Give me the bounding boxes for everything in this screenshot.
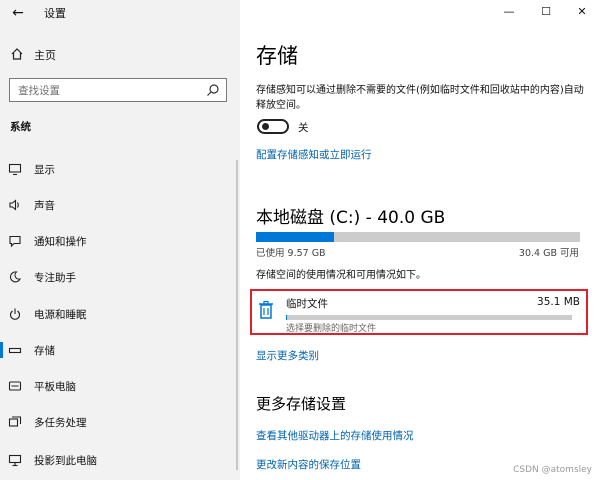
sidebar-item-label: 声音: [34, 200, 55, 212]
display-icon: [8, 163, 22, 176]
drive-usage-fill: [256, 232, 334, 242]
storage-sense-description: 存储感知可以通过删除不需要的文件(例如临时文件和回收站中的内容)自动释放空间。: [256, 85, 584, 111]
sidebar-item-label: 多任务处理: [34, 417, 87, 429]
sidebar-item-display[interactable]: 显示: [0, 154, 240, 184]
title-bar-left: ← 设置: [0, 0, 240, 26]
usage-description: 存储空间的使用情况和可用情况如下。: [256, 270, 426, 281]
category-subtitle: 选择要删除的临时文件: [286, 324, 377, 334]
toggle-state-label: 关: [298, 122, 309, 134]
multitask-icon: [8, 416, 22, 427]
sidebar-item-storage[interactable]: 存储: [0, 335, 240, 365]
sidebar-item-project-to-pc[interactable]: 投影到此电脑: [0, 445, 240, 475]
moon-icon: [9, 271, 21, 283]
sidebar-item-notifications[interactable]: 通知和操作: [0, 226, 240, 256]
change-save-location-link[interactable]: 更改新内容的保存位置: [256, 457, 361, 472]
speaker-icon: [9, 199, 19, 211]
search-icon[interactable]: [206, 83, 220, 97]
sidebar-scrollbar[interactable]: [236, 160, 238, 470]
search-placeholder: 查找设置: [18, 85, 60, 97]
storage-page: — ☐ ✕ 存储 存储感知可以通过删除不需要的文件(例如临时文件和回收站中的内容…: [240, 0, 600, 480]
tablet-icon: [8, 381, 22, 391]
app-title: 设置: [44, 7, 66, 20]
project-icon: [8, 454, 22, 467]
sidebar-item-sound[interactable]: 声音: [0, 190, 240, 220]
sidebar-item-label: 通知和操作: [34, 236, 87, 248]
home-nav-item[interactable]: 主页: [0, 44, 240, 66]
sidebar-item-label: 显示: [34, 164, 55, 176]
view-other-drives-link[interactable]: 查看其他驱动器上的存储使用情况: [256, 428, 414, 443]
sidebar-item-tablet[interactable]: 平板电脑: [0, 371, 240, 401]
storage-sense-toggle[interactable]: [257, 119, 289, 134]
configure-storage-sense-link[interactable]: 配置存储感知或立即运行: [256, 147, 372, 162]
back-button[interactable]: ←: [8, 3, 28, 23]
drive-used-label: 已使用 9.57 GB: [256, 248, 326, 259]
watermark-text: CSDN @atomsley: [513, 465, 592, 475]
sidebar-item-label: 平板电脑: [34, 381, 76, 393]
category-usage-fill: [286, 315, 288, 320]
drive-title: 本地磁盘 (C:) - 40.0 GB: [256, 208, 446, 228]
more-storage-settings-heading: 更多存储设置: [256, 395, 347, 413]
category-usage-bar: [286, 315, 572, 320]
settings-sidebar: ← 设置 主页 查找设置 系统 显示 声音 通知和操作 专注助手 电源和睡眠 存…: [0, 0, 240, 480]
minimize-button[interactable]: —: [496, 2, 522, 22]
home-icon: [11, 48, 23, 60]
sidebar-item-power-sleep[interactable]: 电源和睡眠: [0, 299, 240, 329]
drive-usage-bar[interactable]: [256, 232, 580, 242]
search-input[interactable]: 查找设置: [9, 78, 227, 102]
sidebar-item-label: 电源和睡眠: [34, 309, 87, 321]
section-header-system: 系统: [10, 121, 31, 133]
sidebar-item-multitasking[interactable]: 多任务处理: [0, 407, 240, 437]
sidebar-item-label: 存储: [34, 345, 55, 357]
trash-icon: [259, 300, 273, 319]
notification-icon: [9, 235, 21, 248]
toggle-knob: [262, 123, 269, 130]
maximize-button[interactable]: ☐: [533, 2, 559, 22]
drive-available-label: 30.4 GB 可用: [518, 248, 579, 259]
sidebar-item-focus-assist[interactable]: 专注助手: [0, 262, 240, 292]
category-size: 35.1 MB: [537, 296, 580, 308]
selection-indicator: [0, 342, 3, 358]
sidebar-item-label: 投影到此电脑: [34, 455, 97, 467]
show-more-categories-link[interactable]: 显示更多类别: [256, 348, 319, 363]
close-button[interactable]: ✕: [569, 2, 595, 22]
power-icon: [10, 308, 20, 320]
home-label: 主页: [34, 49, 56, 62]
storage-icon: [8, 347, 22, 354]
sidebar-item-label: 专注助手: [34, 272, 76, 284]
category-name: 临时文件: [286, 298, 328, 310]
temporary-files-category[interactable]: 临时文件 35.1 MB 选择要删除的临时文件: [250, 289, 588, 335]
page-title: 存储: [256, 44, 298, 68]
